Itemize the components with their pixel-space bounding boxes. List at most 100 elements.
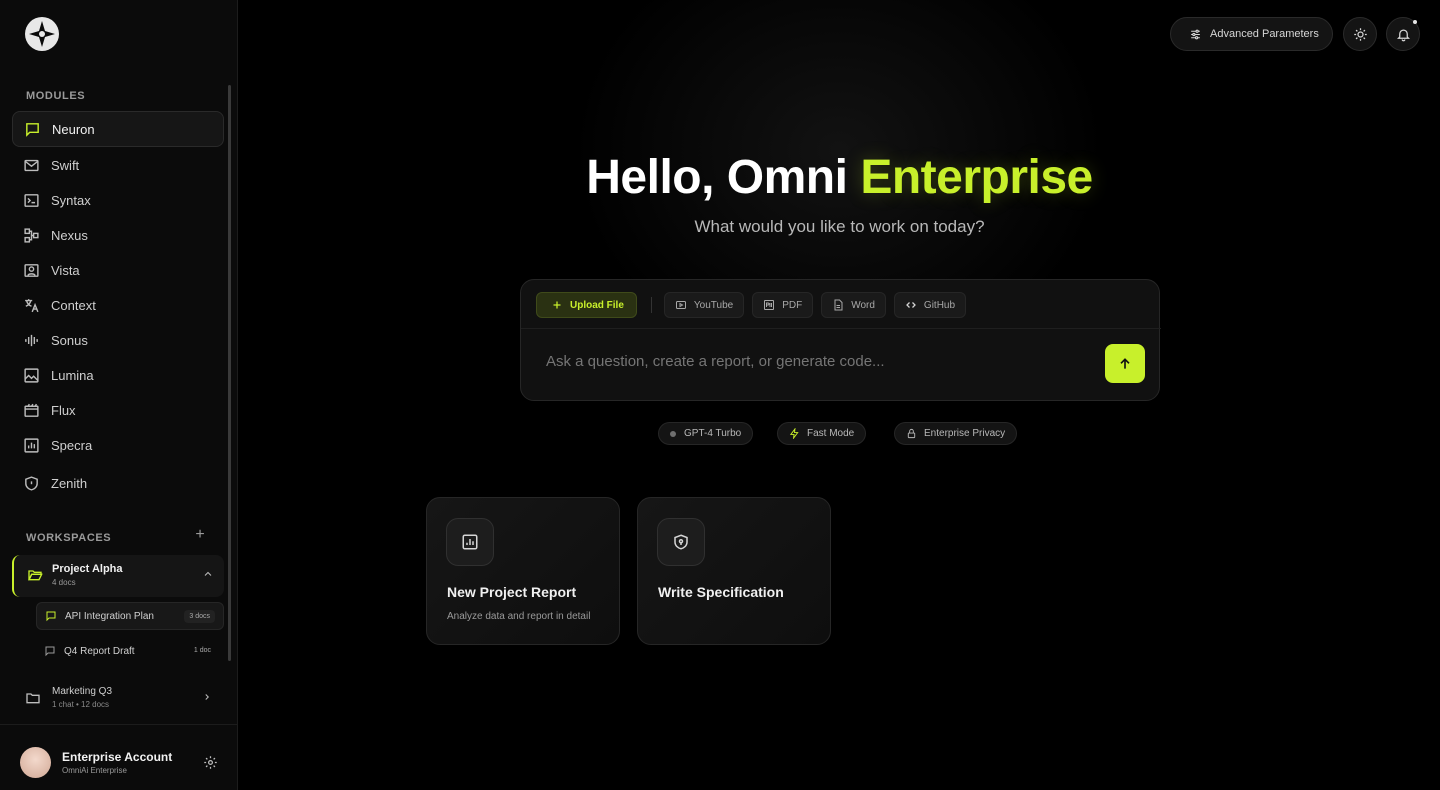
model-selector-pill[interactable]: GPT-4 Turbo: [658, 422, 754, 445]
source-chip-row: Upload File YouTube PDF Word GitHub: [536, 292, 974, 318]
send-button[interactable]: [1105, 344, 1145, 383]
sidebar-item-label: Sonus: [51, 332, 88, 348]
workspace-subtitle: 1 chat • 12 docs: [52, 700, 110, 709]
arrow-up-icon: [1120, 357, 1130, 369]
source-label: Word: [851, 299, 875, 311]
sidebar: MODULES Neuron Swift Syntax Nexus Vista: [0, 0, 238, 790]
sidebar-scrollbar[interactable]: [228, 85, 231, 661]
workspaces-label: WORKSPACES: [26, 532, 112, 544]
upload-file-button[interactable]: Upload File: [536, 292, 637, 318]
workspace-doc-api-integration-plan[interactable]: API Integration Plan 3 docs: [36, 602, 224, 630]
sidebar-item-label: Zenith: [51, 475, 88, 491]
sidebar-item-label: Flux: [51, 402, 76, 418]
lock-icon: [907, 428, 916, 439]
doc-count-badge: 1 doc: [193, 647, 211, 654]
omni-logo-icon[interactable]: [24, 16, 60, 52]
workspace-title: Marketing Q3: [52, 686, 113, 697]
card-title: Write Specification: [658, 584, 784, 600]
sidebar-item-context[interactable]: Context: [12, 287, 224, 323]
workspace-doc-q4-report-draft[interactable]: Q4 Report Draft 1 doc: [36, 637, 224, 665]
code-icon: [906, 302, 916, 308]
sidebar-item-syntax[interactable]: Syntax: [12, 182, 224, 218]
source-word-button[interactable]: Word: [821, 292, 886, 318]
advanced-parameters-label: Advanced Parameters: [1210, 28, 1319, 40]
chat-bubble-icon: [46, 611, 56, 622]
greeting-text: Hello, Omni: [586, 151, 848, 204]
sidebar-item-label: Nexus: [51, 227, 88, 243]
fast-mode-pill[interactable]: Fast Mode: [777, 422, 867, 445]
card-write-specification[interactable]: Write Specification: [637, 497, 831, 645]
folder-icon: [26, 693, 40, 704]
workspace-subtitle: 4 docs: [52, 578, 76, 587]
sidebar-item-label: Neuron: [52, 121, 95, 137]
sidebar-item-vista[interactable]: Vista: [12, 252, 224, 288]
gear-icon[interactable]: [203, 755, 218, 770]
card-new-project-report[interactable]: New Project Report Analyze data and repo…: [426, 497, 620, 645]
source-label: YouTube: [693, 299, 734, 311]
lightning-icon: [789, 428, 799, 439]
prompt-composer: Upload File YouTube PDF Word GitHub: [520, 279, 1161, 401]
enterprise-privacy-pill[interactable]: Enterprise Privacy: [894, 422, 1018, 445]
source-label: PDF: [782, 299, 803, 311]
upload-file-label: Upload File: [570, 299, 624, 311]
add-workspace-button[interactable]: +: [193, 527, 207, 543]
doc-label: API Integration Plan: [65, 610, 154, 622]
plus-icon: [553, 301, 561, 309]
sidebar-item-nexus[interactable]: Nexus: [12, 217, 224, 253]
film-icon: [23, 402, 40, 419]
user-card-icon: [23, 262, 40, 279]
workspace-marketing-q3[interactable]: Marketing Q3 1 chat • 12 docs: [12, 681, 224, 715]
video-icon: [675, 301, 686, 309]
workspace-project-alpha[interactable]: Project Alpha 4 docs: [12, 555, 224, 597]
document-icon: [834, 299, 843, 311]
card-title: New Project Report: [447, 584, 577, 600]
sidebar-item-label: Specra: [51, 437, 93, 453]
advanced-parameters-button[interactable]: Advanced Parameters: [1170, 17, 1333, 51]
bar-chart-icon: [23, 437, 40, 454]
pdf-icon: [764, 300, 775, 310]
sidebar-item-neuron[interactable]: Neuron: [12, 111, 224, 147]
card-icon-wrapper: [446, 518, 494, 566]
sidebar-item-flux[interactable]: Flux: [12, 392, 224, 428]
chat-bubble-icon: [24, 121, 41, 138]
chat-bubble-icon: [45, 646, 55, 657]
sidebar-item-label: Context: [51, 297, 96, 313]
bar-chart-icon: [462, 534, 478, 550]
status-dot: [670, 430, 676, 437]
card-description: Analyze data and report in detail: [447, 611, 591, 622]
shield-lock-icon: [674, 534, 688, 550]
notifications-button[interactable]: [1386, 17, 1420, 51]
sliders-icon: [1191, 29, 1200, 39]
sidebar-item-label: Swift: [51, 157, 80, 173]
sidebar-item-specra[interactable]: Specra: [12, 427, 224, 463]
source-youtube-button[interactable]: YouTube: [663, 292, 745, 318]
pill-label: Fast Mode: [807, 428, 855, 439]
image-icon: [23, 367, 40, 384]
source-github-button[interactable]: GitHub: [893, 292, 967, 318]
doc-count-badge: 3 docs: [184, 610, 215, 623]
prompt-input[interactable]: [546, 353, 1086, 370]
doc-label: Q4 Report Draft: [64, 645, 135, 657]
sidebar-item-label: Vista: [51, 262, 80, 278]
page-title: Hello, Omni Enterprise: [239, 150, 1440, 205]
pill-label: Enterprise Privacy: [924, 428, 1006, 439]
bell-icon: [1396, 29, 1410, 41]
card-icon-wrapper: [657, 518, 705, 566]
chevron-up-icon[interactable]: [202, 568, 214, 580]
chevron-right-icon[interactable]: [202, 692, 212, 702]
theme-toggle-button[interactable]: [1343, 17, 1377, 51]
shield-icon: [23, 475, 40, 492]
sidebar-item-lumina[interactable]: Lumina: [12, 357, 224, 393]
workspace-title: Project Alpha: [52, 563, 123, 575]
sidebar-item-sonus[interactable]: Sonus: [12, 322, 224, 358]
modules-label: MODULES: [26, 90, 86, 102]
audio-wave-icon: [23, 332, 40, 349]
source-pdf-button[interactable]: PDF: [752, 292, 814, 318]
terminal-icon: [23, 192, 40, 209]
folder-open-icon: [27, 570, 43, 581]
network-icon: [23, 227, 40, 244]
avatar[interactable]: [20, 747, 51, 778]
sidebar-item-zenith[interactable]: Zenith: [12, 465, 224, 501]
sidebar-item-swift[interactable]: Swift: [12, 147, 224, 183]
sun-icon: [1353, 27, 1367, 41]
